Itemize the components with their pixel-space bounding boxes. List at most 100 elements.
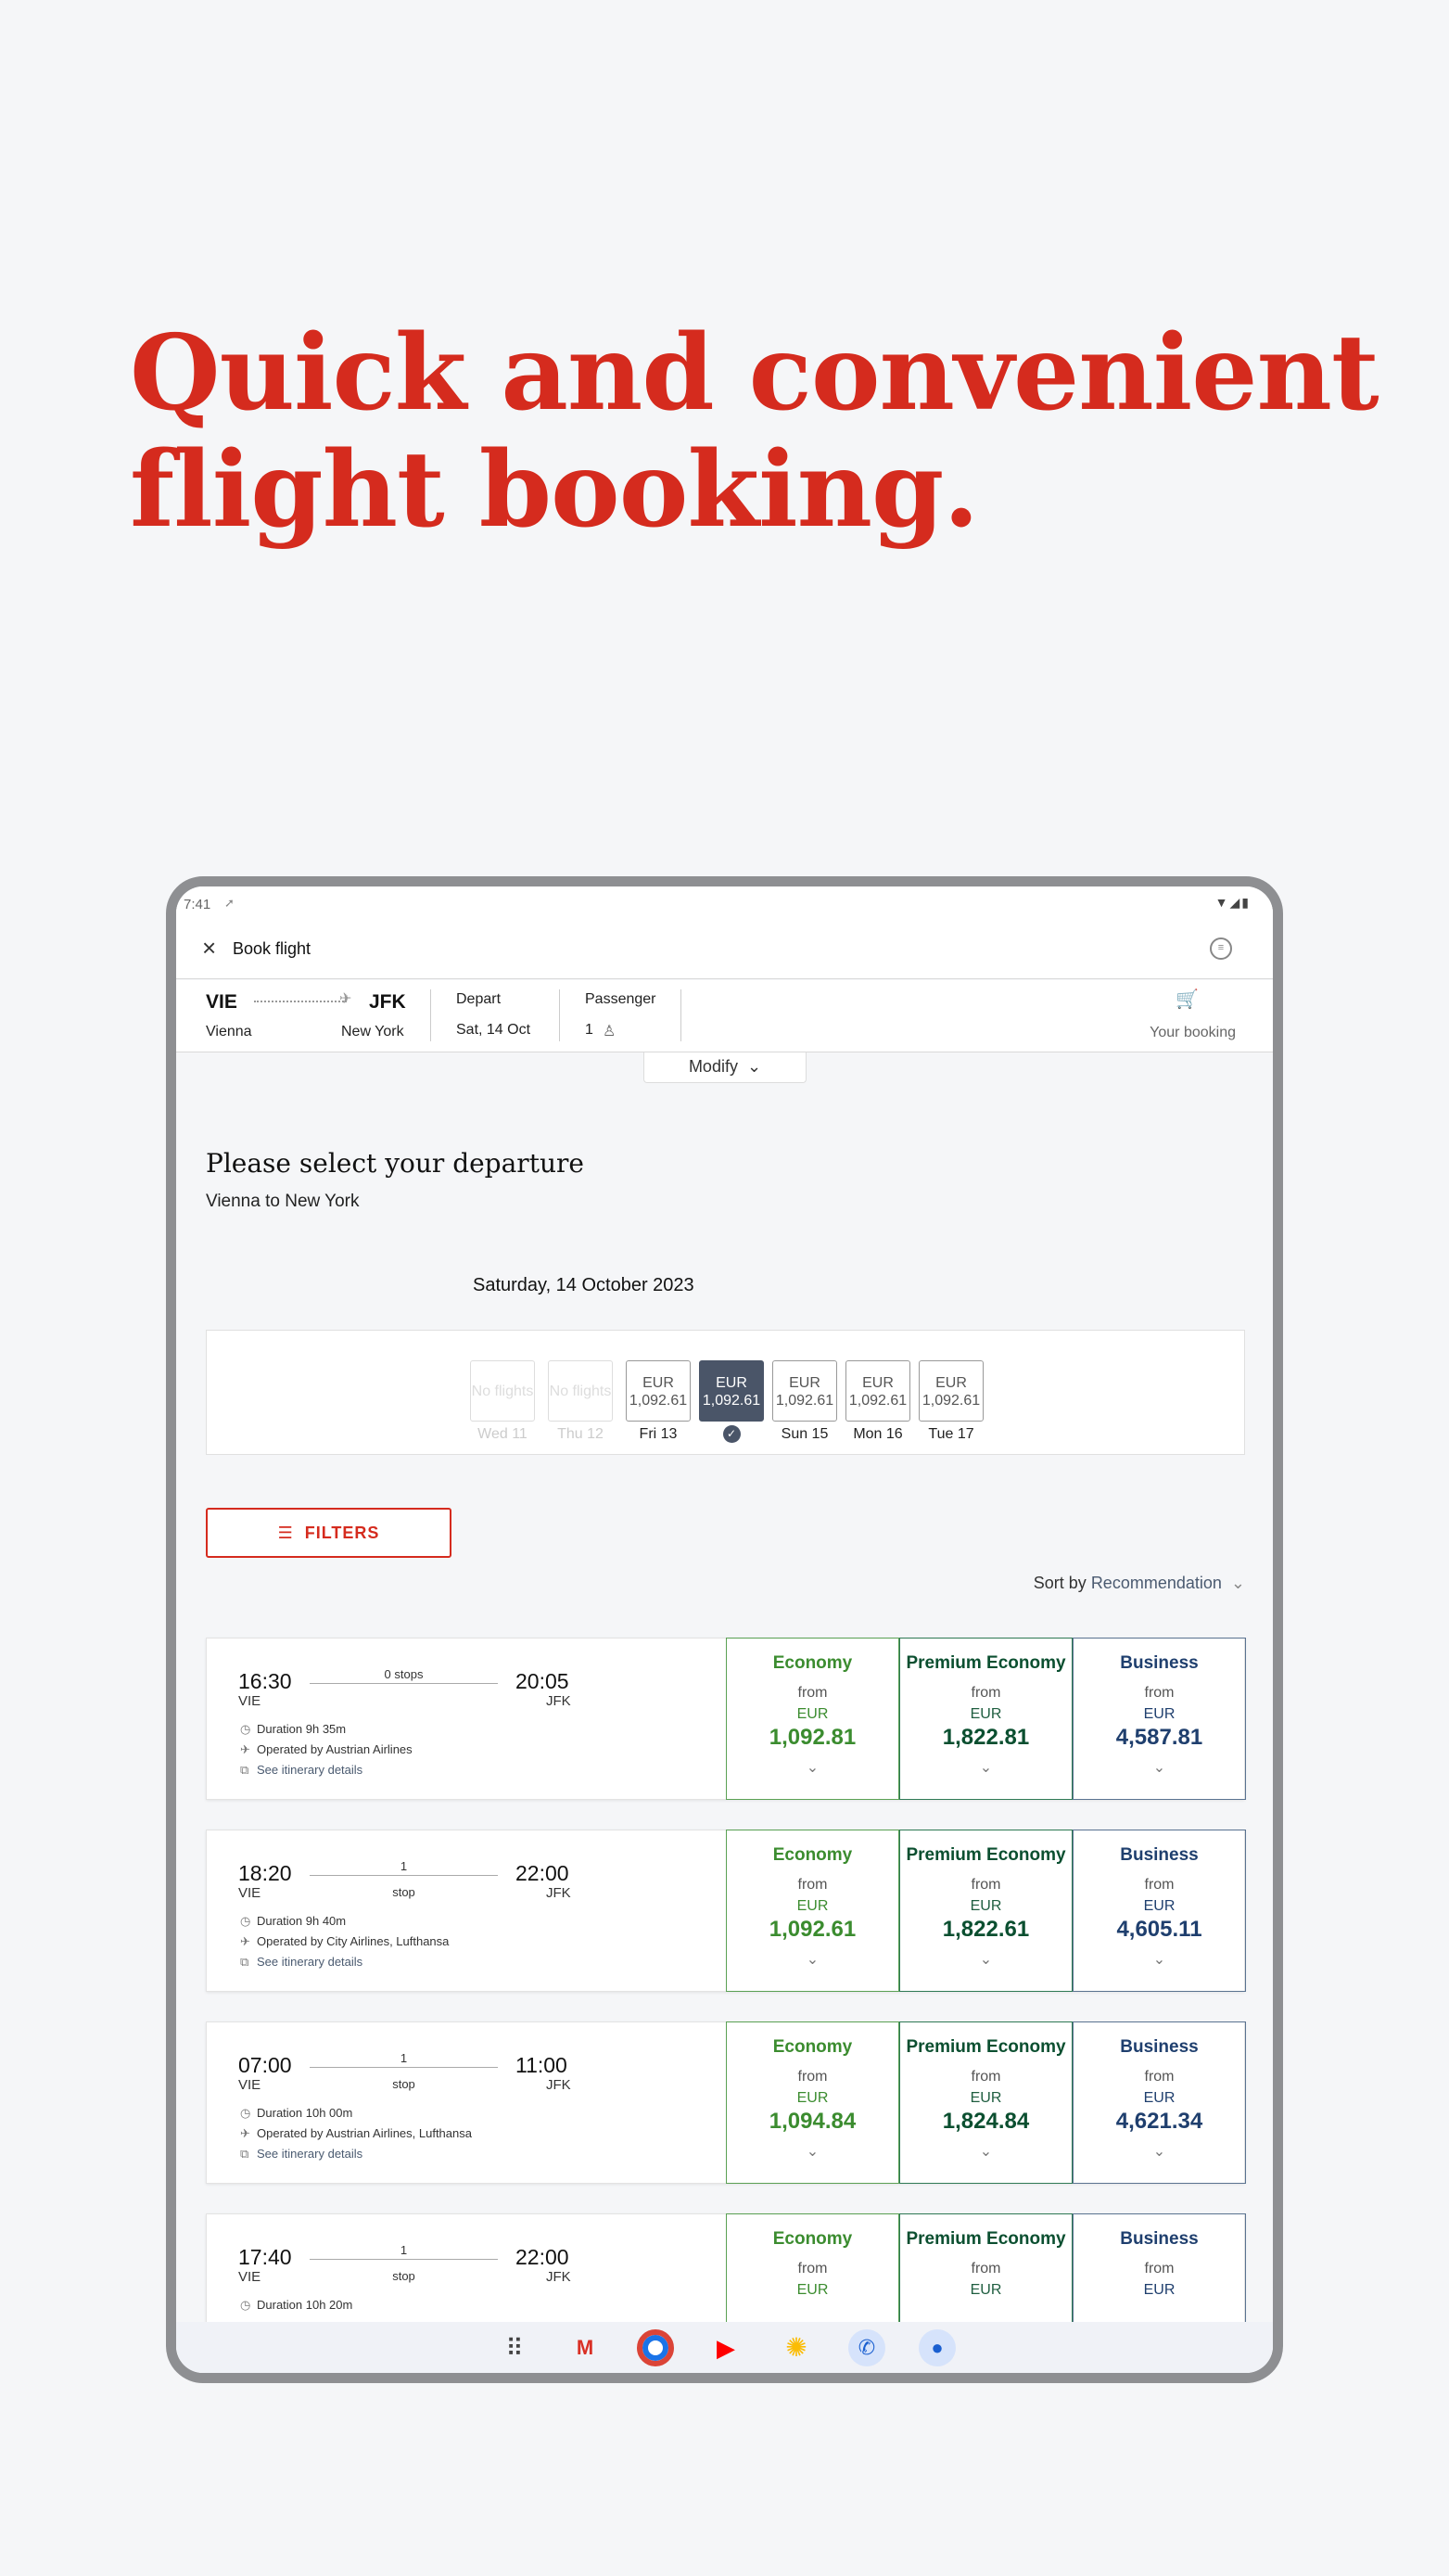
day-option-wed-11: No flights Wed 11 bbox=[470, 1360, 535, 1443]
your-booking-link[interactable]: Your booking bbox=[1150, 1025, 1236, 1041]
chevron-down-icon: ⌄ bbox=[742, 1057, 762, 1076]
fare-economy[interactable]: Economy from EUR 1,092.61 ⌄ bbox=[726, 1830, 899, 1992]
day-option-sun-15[interactable]: EUR 1,092.61 Sun 15 bbox=[772, 1360, 837, 1443]
phone-icon[interactable]: ✆ bbox=[848, 2329, 885, 2366]
fare-amount: 1,822.61 bbox=[942, 1917, 1030, 1942]
day-label: Mon 16 bbox=[853, 1426, 903, 1442]
youtube-icon[interactable]: ▶ bbox=[707, 2329, 744, 2366]
signal-icon: ◢ bbox=[1229, 895, 1242, 910]
fare-currency: EUR bbox=[796, 2282, 829, 2298]
flight-card[interactable]: 16:30 VIE 0 stops 20:05 JFK ◷ Duration 9h… bbox=[206, 1638, 1246, 1800]
depart-label: Depart bbox=[456, 991, 502, 1007]
fare-premium-economy[interactable]: Premium Economy from EUR 1,822.81 ⌄ bbox=[899, 1638, 1073, 1800]
stops-label: stop bbox=[392, 1885, 415, 1899]
operator-row: ✈ Operated by Austrian Airlines bbox=[240, 1742, 413, 1757]
fare-amount: 1,822.81 bbox=[942, 1725, 1030, 1750]
messages-icon[interactable]: ● bbox=[919, 2329, 956, 2366]
departure-time: 18:20 bbox=[238, 1861, 292, 1885]
fare-from: from bbox=[1144, 2261, 1175, 2276]
filters-button[interactable]: ☰ FILTERS bbox=[206, 1508, 451, 1558]
fare-currency: EUR bbox=[1143, 2090, 1176, 2106]
day-option-thu-12: No flights Thu 12 bbox=[548, 1360, 613, 1443]
fare-currency: EUR bbox=[970, 2090, 1002, 2106]
departure-time: 16:30 bbox=[238, 1669, 292, 1693]
fare-from: from bbox=[797, 2261, 828, 2276]
fare-economy[interactable]: Economy from EUR 1,094.84 ⌄ bbox=[726, 2021, 899, 2184]
section-subtitle: Vienna to New York bbox=[206, 1192, 360, 1211]
modify-button[interactable]: Modify ⌄ bbox=[643, 1052, 807, 1083]
fare-premium-economy[interactable]: Premium Economy from EUR 1,822.61 ⌄ bbox=[899, 1830, 1073, 1992]
chevron-down-icon: ⌄ bbox=[806, 1952, 820, 1968]
day-price-box: No flights bbox=[548, 1360, 613, 1422]
fare-from: from bbox=[1144, 1877, 1175, 1893]
operator-text: Operated by City Airlines, Lufthansa bbox=[257, 1934, 450, 1948]
check-icon: ✓ bbox=[722, 1425, 741, 1443]
day-price: 1,092.61 bbox=[629, 1393, 688, 1409]
close-icon[interactable]: × bbox=[202, 936, 216, 960]
fare-from: from bbox=[797, 1877, 828, 1893]
flight-card[interactable]: 07:00 VIE 1 stop 11:00 JFK ◷ Duration 10h… bbox=[206, 2021, 1246, 2184]
itinerary-details-link[interactable]: ⧉ See itinerary details bbox=[240, 1955, 362, 1970]
divider bbox=[559, 989, 560, 1041]
chevron-down-icon: ⌄ bbox=[979, 1952, 993, 1968]
fare-from: from bbox=[797, 1685, 828, 1701]
route-line bbox=[310, 2067, 498, 2068]
operator-row: ✈ Operated by Austrian Airlines, Lufthans… bbox=[240, 2126, 472, 2141]
arrival-time: 22:00 bbox=[515, 1861, 569, 1885]
photos-icon[interactable]: ✺ bbox=[778, 2329, 815, 2366]
tablet-frame: 7:41 ➚ ▼◢▮ × Book flight ≡ VIE ✈ JFK Vie… bbox=[166, 876, 1283, 2383]
itinerary-details-link[interactable]: ⧉ See itinerary details bbox=[240, 2147, 362, 2162]
day-label: Sun 15 bbox=[781, 1426, 829, 1442]
gmail-icon[interactable]: M bbox=[566, 2329, 604, 2366]
fare-business[interactable]: Business from EUR 4,621.34 ⌄ bbox=[1073, 2021, 1246, 2184]
passenger-value: 1 bbox=[585, 1022, 593, 1038]
chevron-down-icon: ⌄ bbox=[1152, 1952, 1166, 1968]
itinerary-details-link[interactable]: ⧉ See itinerary details bbox=[240, 1763, 362, 1778]
fare-business[interactable]: Business from EUR 4,587.81 ⌄ bbox=[1073, 1638, 1246, 1800]
day-currency: EUR bbox=[716, 1375, 747, 1391]
destination-code: JFK bbox=[369, 991, 406, 1013]
fare-amount: 1,824.84 bbox=[942, 2109, 1030, 2134]
fare-premium-economy[interactable]: Premium Economy from EUR 1,824.84 ⌄ bbox=[899, 2021, 1073, 2184]
day-option-tue-17[interactable]: EUR 1,092.61 Tue 17 bbox=[919, 1360, 984, 1443]
chevron-down-icon: ⌄ bbox=[1226, 1574, 1245, 1592]
duration-row: ◷ Duration 9h 40m bbox=[240, 1914, 346, 1929]
booking-summary[interactable]: VIE ✈ JFK Vienna New York Depart Sat, 14… bbox=[176, 980, 1273, 1052]
fare-currency: EUR bbox=[970, 1706, 1002, 1722]
arrival-time: 20:05 bbox=[515, 1669, 569, 1693]
divider bbox=[680, 989, 681, 1041]
route-line bbox=[310, 1875, 498, 1876]
fare-economy[interactable]: Economy from EUR 1,092.81 ⌄ bbox=[726, 1638, 899, 1800]
day-price-box: EUR 1,092.61 bbox=[772, 1360, 837, 1422]
departure-code: VIE bbox=[238, 2269, 261, 2285]
cart-icon[interactable]: 🛒 bbox=[1176, 988, 1199, 1011]
duration-row: ◷ Duration 10h 20m bbox=[240, 2298, 352, 2313]
arrival-code: JFK bbox=[546, 1693, 571, 1709]
arrival-time: 11:00 bbox=[515, 2053, 567, 2077]
arrival-code: JFK bbox=[546, 2269, 571, 2285]
details-text: See itinerary details bbox=[257, 1955, 363, 1969]
sort-dropdown[interactable]: Sort by Recommendation ⌄ bbox=[1034, 1574, 1245, 1593]
apps-grid-icon[interactable]: ⠿ bbox=[496, 2329, 533, 2366]
chat-icon[interactable]: ≡ bbox=[1210, 937, 1232, 960]
day-label: Fri 13 bbox=[639, 1426, 678, 1442]
fare-class: Economy bbox=[772, 1845, 853, 1865]
divider bbox=[430, 989, 431, 1041]
day-price: 1,092.61 bbox=[922, 1393, 981, 1409]
departure-code: VIE bbox=[238, 2077, 261, 2093]
fare-class: Business bbox=[1120, 1653, 1199, 1673]
day-label: Tue 17 bbox=[928, 1426, 974, 1442]
fare-from: from bbox=[971, 2261, 1001, 2276]
fare-amount: 4,605.11 bbox=[1116, 1917, 1202, 1942]
fare-currency: EUR bbox=[970, 1898, 1002, 1914]
flight-card[interactable]: 18:20 VIE 1 stop 22:00 JFK ◷ Duration 9h … bbox=[206, 1830, 1246, 1992]
day-option-mon-16[interactable]: EUR 1,092.61 Mon 16 bbox=[845, 1360, 910, 1443]
fare-business[interactable]: Business from EUR 4,605.11 ⌄ bbox=[1073, 1830, 1246, 1992]
day-option-fri-13[interactable]: EUR 1,092.61 Fri 13 bbox=[626, 1360, 691, 1443]
day-option-sat-14[interactable]: EUR 1,092.61 ✓ bbox=[699, 1360, 764, 1443]
chevron-down-icon: ⌄ bbox=[979, 2144, 993, 2160]
wifi-icon: ▼ bbox=[1214, 895, 1230, 910]
clock-icon: ◷ bbox=[240, 2298, 251, 2312]
chrome-icon[interactable] bbox=[637, 2329, 674, 2366]
details-text: See itinerary details bbox=[257, 2147, 363, 2161]
